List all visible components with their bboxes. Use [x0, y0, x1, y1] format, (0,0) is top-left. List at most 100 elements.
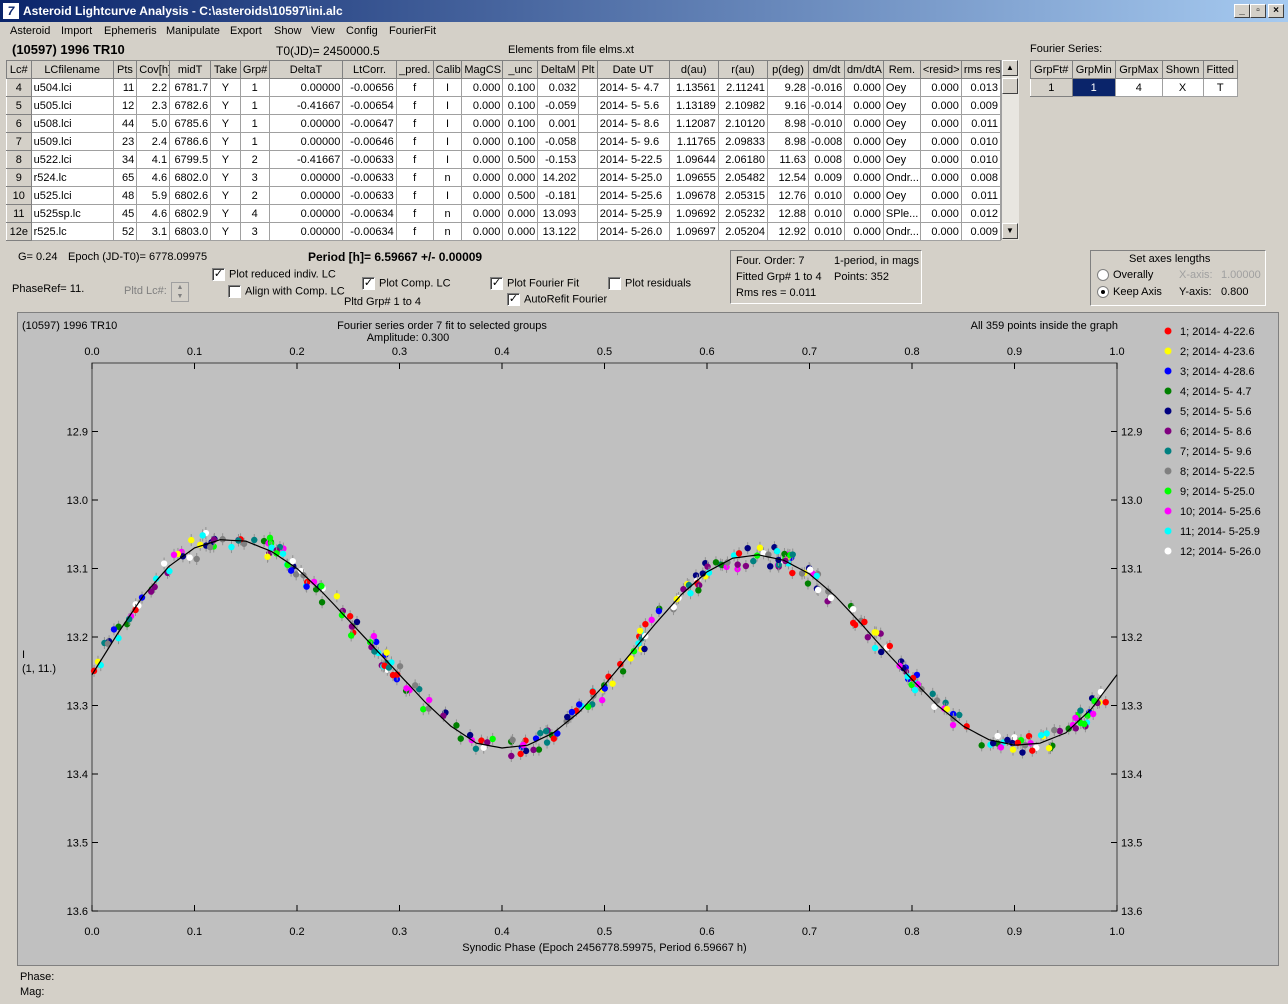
col-header[interactable]: _unc — [502, 60, 539, 79]
table-cell[interactable]: 1.13561 — [668, 78, 719, 97]
table-cell[interactable]: 2.05315 — [717, 186, 769, 205]
table-cell[interactable]: I — [432, 114, 463, 133]
restore-button[interactable]: ▫ — [1250, 4, 1266, 18]
table-cell[interactable]: -0.00634 — [342, 222, 397, 241]
table-cell[interactable]: 0.000 — [843, 204, 884, 223]
autorefit-checkbox[interactable]: ✓ AutoRefit Fourier — [507, 293, 607, 306]
table-cell[interactable]: Oey — [882, 78, 921, 97]
table-cell[interactable]: Ondr... — [882, 168, 921, 187]
table-cell[interactable]: r524.lc — [30, 168, 114, 187]
table-cell[interactable]: 0.009 — [960, 222, 1002, 241]
table-cell[interactable]: 0.000 — [461, 150, 504, 169]
table-cell[interactable]: 2.3 — [136, 96, 171, 115]
col-header[interactable]: Take — [210, 60, 241, 79]
scroll-up-arrow-icon[interactable]: ▲ — [1002, 60, 1018, 76]
table-cell[interactable]: 3 — [239, 222, 270, 241]
table-cell[interactable]: n — [432, 168, 463, 187]
table-cell[interactable]: 0.008 — [808, 150, 845, 169]
table-cell[interactable]: 14.202 — [537, 168, 580, 187]
table-cell[interactable]: f — [395, 132, 434, 151]
table-cell[interactable]: 45 — [112, 204, 138, 223]
menu-view[interactable]: View — [311, 25, 335, 37]
menu-export[interactable]: Export — [230, 25, 262, 37]
table-cell[interactable]: 0.010 — [808, 204, 845, 223]
table-cell[interactable]: 1.09692 — [668, 204, 719, 223]
table-cell[interactable]: 1.09644 — [668, 150, 719, 169]
table-cell[interactable]: 6802.0 — [169, 168, 212, 187]
table-cell[interactable]: 0.011 — [960, 186, 1002, 205]
table-cell[interactable]: 2.05232 — [717, 204, 769, 223]
table-cell[interactable]: f — [395, 186, 434, 205]
table-cell[interactable]: 0.010 — [960, 150, 1002, 169]
table-cell[interactable]: f — [395, 96, 434, 115]
table-cell[interactable]: 1 — [239, 78, 270, 97]
table-cell[interactable]: 4 — [239, 204, 270, 223]
table-cell[interactable]: Y — [210, 168, 241, 187]
table-cell[interactable]: Oey — [882, 96, 921, 115]
row-header[interactable]: 7 — [6, 132, 32, 151]
col-header[interactable]: dm/dtA — [843, 60, 884, 79]
menu-show[interactable]: Show — [274, 25, 302, 37]
table-cell[interactable]: 0.500 — [502, 186, 539, 205]
table-cell[interactable]: 6802.6 — [169, 186, 212, 205]
table-cell[interactable]: 0.100 — [502, 114, 539, 133]
table-cell[interactable]: 8.98 — [767, 114, 810, 133]
table-cell[interactable]: -0.008 — [808, 132, 845, 151]
row-header[interactable]: 10 — [6, 186, 32, 205]
table-cell[interactable]: 11 — [112, 78, 138, 97]
menu-ephemeris[interactable]: Ephemeris — [104, 25, 157, 37]
col-header[interactable]: LCfilename — [30, 60, 114, 79]
table-cell[interactable]: 5.9 — [136, 186, 171, 205]
table-cell[interactable]: f — [395, 114, 434, 133]
table-cell[interactable]: 0.000 — [843, 114, 884, 133]
table-cell[interactable]: 2014- 5- 8.6 — [596, 114, 670, 133]
col-header[interactable]: Date UT — [596, 60, 670, 79]
table-cell[interactable] — [578, 96, 598, 115]
table-cell[interactable]: 0.000 — [919, 222, 962, 241]
table-cell[interactable]: 0.000 — [461, 132, 504, 151]
table-scrollbar[interactable]: ▲ ▼ — [1001, 60, 1019, 240]
table-cell[interactable]: r525.lc — [30, 222, 114, 241]
table-cell[interactable]: Oey — [882, 132, 921, 151]
row-header[interactable]: 6 — [6, 114, 32, 133]
table-cell[interactable]: 0.009 — [808, 168, 845, 187]
table-cell[interactable]: Y — [210, 150, 241, 169]
table-cell[interactable]: -0.016 — [808, 78, 845, 97]
table-cell[interactable]: 0.000 — [919, 168, 962, 187]
table-cell[interactable]: 0.00000 — [268, 114, 344, 133]
table-row[interactable]: 10 u525.lci 48 5.9 6802.6 Y 2 0.00000 -0.00633 f I… — [6, 186, 1002, 205]
table-cell[interactable]: -0.153 — [537, 150, 580, 169]
table-cell[interactable]: 0.000 — [502, 222, 539, 241]
table-cell[interactable]: 12.54 — [767, 168, 810, 187]
table-cell[interactable]: -0.00654 — [342, 96, 397, 115]
table-cell[interactable]: 2014- 5-25.6 — [596, 186, 670, 205]
table-cell[interactable]: u525sp.lc — [30, 204, 114, 223]
plot-reduced-checkbox[interactable]: ✓ Plot reduced indiv. LC — [212, 268, 336, 281]
col-header[interactable]: LtCorr. — [342, 60, 397, 79]
table-cell[interactable] — [578, 222, 598, 241]
table-cell[interactable]: 1.13189 — [668, 96, 719, 115]
table-cell[interactable]: 0.000 — [843, 168, 884, 187]
table-cell[interactable]: 12 — [112, 96, 138, 115]
table-cell[interactable]: 0.100 — [502, 78, 539, 97]
close-button[interactable]: × — [1268, 4, 1284, 18]
table-cell[interactable]: f — [395, 168, 434, 187]
table-cell[interactable]: 0.010 — [808, 222, 845, 241]
table-cell[interactable] — [578, 114, 598, 133]
table-cell[interactable]: 3 — [239, 168, 270, 187]
col-header[interactable]: p(deg) — [767, 60, 810, 79]
col-header[interactable]: rms res — [960, 60, 1002, 79]
table-cell[interactable]: u504.lci — [30, 78, 114, 97]
table-cell[interactable] — [578, 150, 598, 169]
col-header[interactable]: Grp# — [239, 60, 270, 79]
table-cell[interactable]: 0.00000 — [268, 78, 344, 97]
table-cell[interactable]: 0.000 — [461, 186, 504, 205]
table-cell[interactable]: 23 — [112, 132, 138, 151]
table-row[interactable]: 4 u504.lci 11 2.2 6781.7 Y 1 0.00000 -0.00656 f I 0… — [6, 78, 1002, 97]
table-cell[interactable]: -0.00634 — [342, 204, 397, 223]
cell-grpmin[interactable]: 1 — [1071, 78, 1116, 97]
table-cell[interactable] — [578, 78, 598, 97]
scroll-down-arrow-icon[interactable]: ▼ — [1002, 223, 1018, 239]
table-cell[interactable] — [578, 204, 598, 223]
table-cell[interactable] — [578, 132, 598, 151]
